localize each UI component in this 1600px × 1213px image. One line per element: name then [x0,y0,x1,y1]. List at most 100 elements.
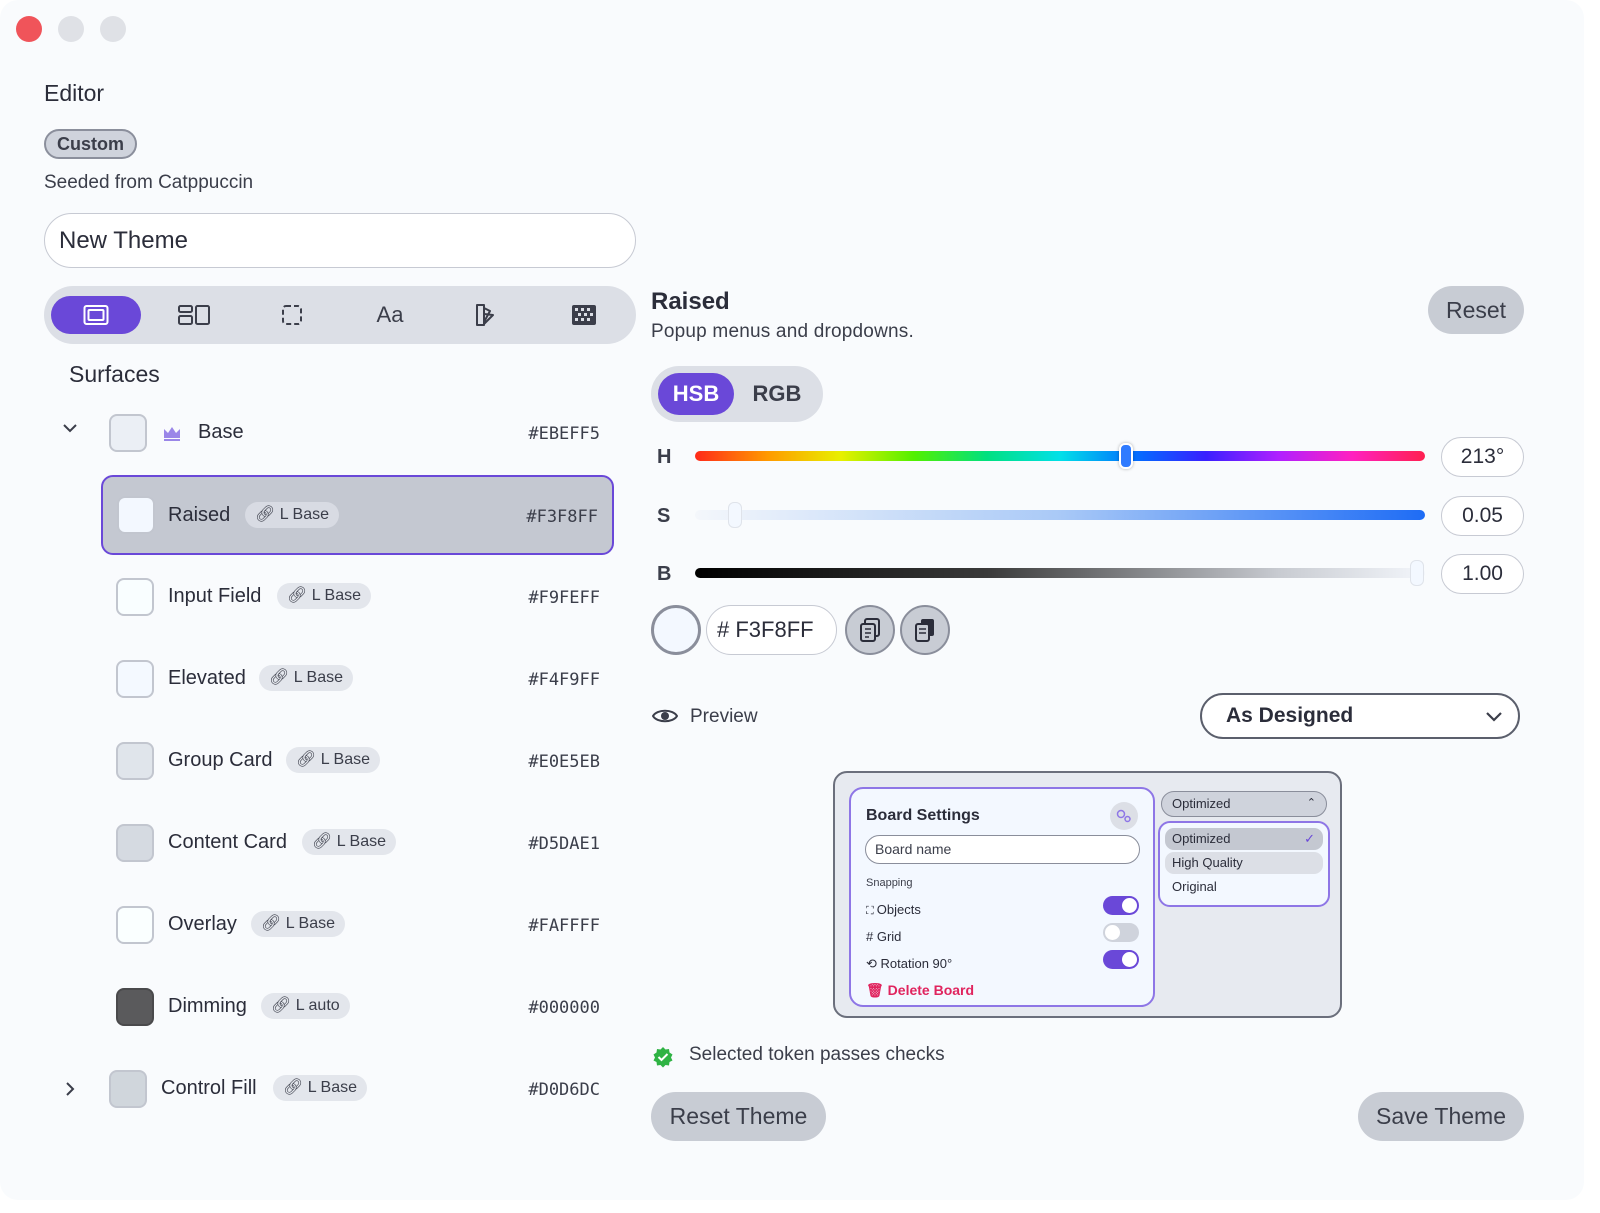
quality-dropdown[interactable]: Optimized ⌃ [1161,791,1327,817]
hue-slider-thumb[interactable] [1119,443,1133,469]
rotation-toggle[interactable] [1103,950,1139,969]
surface-row-control-fill[interactable]: Control Fill 🔗︎ L Base #D0D6DC [66,1049,614,1129]
tab-layout[interactable] [149,296,239,334]
surface-name: Dimming [168,995,247,1017]
snapping-label: Snapping [866,877,913,889]
tab-borders[interactable] [247,296,337,334]
saturation-slider-thumb[interactable] [728,502,742,528]
chevron-down-icon[interactable] [61,419,79,443]
swatch[interactable] [116,824,154,862]
link-icon: 🔗︎ [269,669,294,686]
link-icon: 🔗︎ [283,1079,308,1096]
delete-board-button[interactable]: 🗑︎ Delete Board [866,982,974,999]
paste-button[interactable] [900,605,950,655]
surface-hex: #E0E5EB [528,752,600,772]
surface-name: Raised [168,504,231,526]
surface-hex: #000000 [528,998,600,1018]
swatch[interactable] [116,906,154,944]
tab-typography[interactable]: Aa [345,296,435,334]
category-tab-bar: Aa [44,286,636,344]
surface-row-dimming[interactable]: Dimming 🔗︎ L auto #000000 [101,967,614,1047]
preview-label: Preview [690,706,758,727]
menu-item-original[interactable]: Original [1165,876,1323,898]
zoom-window-button[interactable] [100,16,126,42]
surface-row-content-card[interactable]: Content Card 🔗︎ L Base #D5DAE1 [101,803,614,883]
surface-row-elevated[interactable]: Elevated 🔗︎ L Base #F4F9FF [101,639,614,719]
brightness-value[interactable]: 1.00 [1441,554,1524,594]
swatch[interactable] [116,660,154,698]
save-theme-button[interactable]: Save Theme [1358,1092,1524,1141]
tab-surfaces[interactable] [51,296,141,334]
color-preview-swatch [651,605,701,655]
link-chip[interactable]: 🔗︎ L Base [273,1075,367,1101]
layout-icon [178,305,210,325]
swatch[interactable] [109,1070,147,1108]
link-chip[interactable]: 🔗︎ L Base [251,911,345,937]
saturation-value[interactable]: 0.05 [1441,496,1524,536]
chevron-right-icon[interactable] [61,1080,79,1104]
minimize-window-button[interactable] [58,16,84,42]
surface-name: Base [198,421,244,443]
surface-hex: #FAFFFF [528,916,600,936]
surface-name: Content Card [168,831,287,853]
crown-icon [162,424,182,447]
palette-icon [476,304,494,326]
hash-icon: # [866,929,877,944]
brightness-slider[interactable] [695,568,1425,578]
reset-theme-button[interactable]: Reset Theme [651,1092,826,1141]
preview-mode-select[interactable]: As Designed [1200,693,1520,739]
seeded-from-text: Seeded from Catppuccin [44,172,254,193]
hue-value[interactable]: 213° [1441,437,1524,477]
swatch[interactable] [116,742,154,780]
preview-mode-value: As Designed [1226,704,1354,727]
link-chip[interactable]: 🔗︎ L Base [286,747,380,773]
rotate-icon: ⟲ [866,956,881,971]
surface-row-group-card[interactable]: Group Card 🔗︎ L Base #E0E5EB [101,721,614,801]
mode-rgb-button[interactable]: RGB [739,373,815,415]
surface-row-input-field[interactable]: Input Field 🔗︎ L Base #F9FEFF [101,557,614,637]
surface-name: Input Field [168,585,262,607]
surface-row-base[interactable]: Base #EBEFF5 [63,393,614,473]
surface-name: Elevated [168,667,246,689]
grid-toggle[interactable] [1103,923,1139,942]
menu-item-high-quality[interactable]: High Quality [1165,852,1323,874]
link-chip[interactable]: 🔗︎ L Base [277,583,371,609]
validation-status: Selected token passes checks [689,1044,945,1065]
bracket-icon: ⛶ [866,905,877,917]
mode-hsb-button[interactable]: HSB [658,373,734,415]
surface-row-overlay[interactable]: Overlay 🔗︎ L Base #FAFFFF [101,885,614,965]
swatch[interactable] [109,414,147,452]
close-window-button[interactable] [16,16,42,42]
surface-hex: #F3F8FF [526,507,598,527]
surface-name: Control Fill [161,1077,257,1099]
link-chip[interactable]: 🔗︎ L Base [302,829,396,855]
swatch[interactable] [116,578,154,616]
copy-icon [860,618,880,642]
brightness-label: B [657,563,672,585]
reset-button[interactable]: Reset [1428,286,1524,334]
brightness-slider-thumb[interactable] [1410,560,1424,586]
settings-icon [1110,802,1138,830]
theme-name-input[interactable] [44,213,636,268]
objects-toggle[interactable] [1103,896,1139,915]
custom-badge: Custom [44,129,137,159]
tab-pattern[interactable] [539,296,629,334]
hex-input[interactable]: # F3F8FF [706,605,837,655]
swatch[interactable] [117,496,155,534]
typography-icon: Aa [376,302,404,327]
link-chip[interactable]: 🔗︎ L Base [245,502,339,528]
board-name-input[interactable]: Board name [865,835,1140,864]
token-description: Popup menus and dropdowns. [651,321,914,342]
saturation-slider[interactable] [695,510,1425,520]
hue-slider[interactable] [695,451,1425,461]
link-chip[interactable]: 🔗︎ L Base [259,665,353,691]
paste-icon [915,619,934,642]
tab-palette[interactable] [442,296,532,334]
color-mode-toggle: HSB RGB [651,366,823,422]
surface-row-raised[interactable]: Raised 🔗︎ L Base #F3F8FF [101,475,614,555]
preview-panel: Board Settings Board name Snapping ⛶ Obj… [833,771,1342,1018]
menu-item-optimized[interactable]: Optimized ✓ [1165,828,1323,850]
swatch[interactable] [116,988,154,1026]
copy-button[interactable] [845,605,895,655]
link-chip[interactable]: 🔗︎ L auto [261,993,350,1019]
